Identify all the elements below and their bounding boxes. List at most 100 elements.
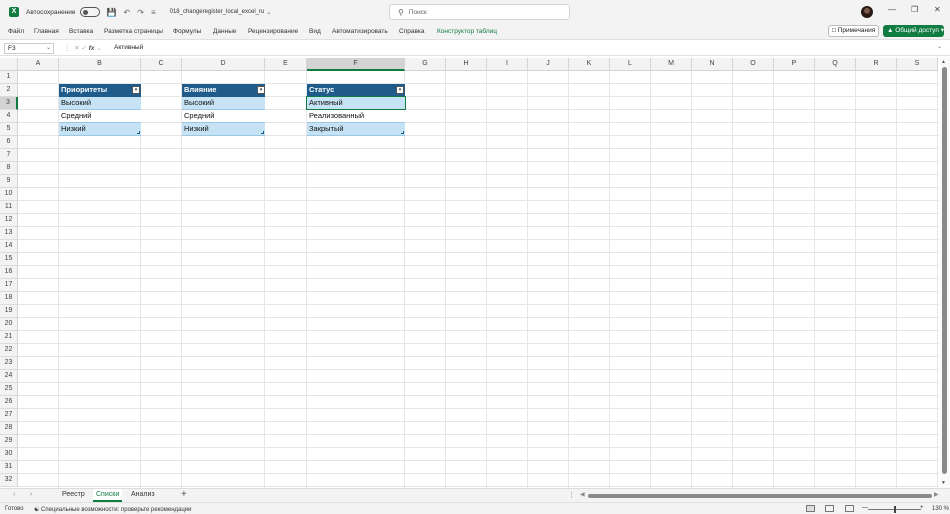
accessibility-status[interactable]: ☯ Специальные возможности: проверьте рек… <box>34 506 192 513</box>
column-header[interactable]: E <box>265 58 307 71</box>
row-header[interactable]: 20 <box>0 318 18 331</box>
row-header[interactable]: 27 <box>0 409 18 422</box>
column-header[interactable]: M <box>651 58 692 71</box>
row-header[interactable]: 19 <box>0 305 18 318</box>
column-header[interactable]: Q <box>815 58 856 71</box>
vertical-scrollbar[interactable]: ▲ ▼ <box>940 58 950 488</box>
row-header[interactable]: 25 <box>0 383 18 396</box>
scroll-left-icon[interactable]: ◀ <box>580 491 585 498</box>
row-header[interactable]: 17 <box>0 279 18 292</box>
sheet-tab-analysis[interactable]: Анализ <box>131 491 155 498</box>
row-header[interactable]: 29 <box>0 435 18 448</box>
normal-view-icon[interactable] <box>806 505 815 512</box>
column-header[interactable]: F <box>307 58 405 71</box>
column-header[interactable]: P <box>774 58 815 71</box>
column-header[interactable]: L <box>610 58 651 71</box>
row-header[interactable]: 23 <box>0 357 18 370</box>
row-header[interactable]: 18 <box>0 292 18 305</box>
table-cell[interactable]: Закрытый <box>307 123 405 136</box>
tab-table-design[interactable]: Конструктор таблиц <box>437 28 497 35</box>
row-header[interactable]: 10 <box>0 188 18 201</box>
table-cell[interactable]: Средний <box>59 110 141 123</box>
column-header[interactable]: H <box>446 58 487 71</box>
table-cell[interactable]: Средний <box>182 110 265 123</box>
row-header[interactable]: 4 <box>0 110 18 123</box>
page-break-view-icon[interactable] <box>845 505 854 512</box>
table-cell[interactable]: Низкий <box>182 123 265 136</box>
table-header-priorities[interactable]: Приоритеты <box>59 84 141 97</box>
vertical-scroll-thumb[interactable] <box>942 67 947 474</box>
tab-insert[interactable]: Вставка <box>69 28 93 35</box>
row-header[interactable]: 32 <box>0 474 18 487</box>
column-header[interactable]: J <box>528 58 569 71</box>
formula-input[interactable]: Активный <box>114 44 143 51</box>
row-header[interactable]: 12 <box>0 214 18 227</box>
tab-automate[interactable]: Автоматизировать <box>332 28 388 35</box>
column-header[interactable]: D <box>182 58 265 71</box>
row-header[interactable]: 8 <box>0 162 18 175</box>
filter-dropdown-icon[interactable]: ▾ <box>396 86 404 94</box>
select-all-corner[interactable] <box>0 58 18 71</box>
table-resize-handle[interactable] <box>261 131 264 134</box>
tab-data[interactable]: Данные <box>213 28 236 35</box>
next-sheet-icon[interactable]: › <box>30 491 32 498</box>
row-header[interactable]: 26 <box>0 396 18 409</box>
column-header[interactable]: N <box>692 58 733 71</box>
row-header[interactable]: 2 <box>0 84 18 97</box>
share-button[interactable]: ▲ Общий доступ ▾ <box>883 25 944 37</box>
column-header[interactable]: G <box>405 58 446 71</box>
document-title[interactable]: 018_changeregister_local_excel_ru <box>170 9 265 15</box>
table-cell[interactable]: Высокий <box>182 97 265 110</box>
comments-button[interactable]: □ Примечания <box>828 25 879 37</box>
sheet-tab-register[interactable]: Реестр <box>62 491 85 498</box>
tab-home[interactable]: Главная <box>34 28 59 35</box>
scroll-up-icon[interactable]: ▲ <box>941 59 946 65</box>
autosave-toggle[interactable] <box>79 7 100 17</box>
chevron-down-icon[interactable]: ⌄ <box>46 44 51 53</box>
row-header[interactable]: 13 <box>0 227 18 240</box>
column-header[interactable]: K <box>569 58 610 71</box>
table-cell[interactable]: Низкий <box>59 123 141 136</box>
table-cell[interactable]: Реализованный <box>307 110 405 123</box>
row-header[interactable]: 15 <box>0 253 18 266</box>
close-icon[interactable]: ✕ <box>934 5 941 14</box>
restore-icon[interactable]: ❐ <box>911 5 918 14</box>
row-header[interactable]: 31 <box>0 461 18 474</box>
table-cell[interactable]: Высокий <box>59 97 141 110</box>
row-header[interactable]: 9 <box>0 175 18 188</box>
sheet-splitter-icon[interactable]: ⋮ <box>568 491 575 499</box>
row-header[interactable]: 3 <box>0 97 18 110</box>
zoom-level[interactable]: 130 % <box>932 506 949 512</box>
zoom-slider-handle[interactable] <box>894 506 896 513</box>
column-header[interactable]: I <box>487 58 528 71</box>
zoom-in-icon[interactable]: + <box>920 505 924 511</box>
zoom-out-icon[interactable]: — <box>862 505 868 511</box>
table-header-impact[interactable]: Влияние <box>182 84 265 97</box>
name-box[interactable]: F3 ⌄ <box>4 43 54 54</box>
tab-review[interactable]: Рецензирование <box>248 28 298 35</box>
column-header[interactable]: B <box>59 58 141 71</box>
row-header[interactable]: 5 <box>0 123 18 136</box>
search-box[interactable]: ⚲ Поиск <box>389 4 570 20</box>
row-header[interactable]: 21 <box>0 331 18 344</box>
row-header[interactable]: 24 <box>0 370 18 383</box>
tab-page-layout[interactable]: Разметка страницы <box>104 28 163 35</box>
fx-icon[interactable]: fx <box>89 45 95 52</box>
tab-view[interactable]: Вид <box>309 28 321 35</box>
row-header[interactable]: 16 <box>0 266 18 279</box>
sheet-tab-lists[interactable]: Списки <box>93 489 123 502</box>
horizontal-scroll-thumb[interactable] <box>588 494 932 498</box>
minimize-icon[interactable]: — <box>888 5 896 14</box>
column-header[interactable]: A <box>18 58 59 71</box>
chevron-down-icon[interactable]: ⌄ <box>266 9 271 16</box>
column-header[interactable]: R <box>856 58 897 71</box>
table-resize-handle[interactable] <box>137 131 140 134</box>
row-header[interactable]: 11 <box>0 201 18 214</box>
expand-formula-icon[interactable]: ⌄ <box>937 43 942 50</box>
scroll-down-icon[interactable]: ▼ <box>941 480 946 486</box>
table-resize-handle[interactable] <box>401 131 404 134</box>
row-header[interactable]: 6 <box>0 136 18 149</box>
column-header[interactable]: O <box>733 58 774 71</box>
row-header[interactable]: 1 <box>0 71 18 84</box>
row-header[interactable]: 22 <box>0 344 18 357</box>
